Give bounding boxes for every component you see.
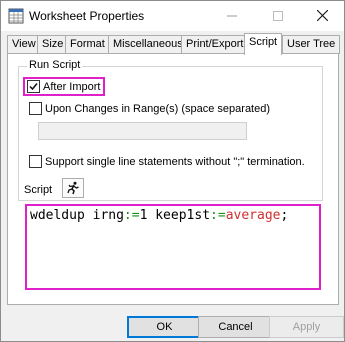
script-editor[interactable]: wdeldup irng:=1 keep1st:=average; <box>25 204 321 290</box>
tab-script[interactable]: Script <box>244 33 283 55</box>
tab-user-tree[interactable]: User Tree <box>282 35 341 54</box>
tab-miscellaneous[interactable]: Miscellaneous <box>108 35 188 54</box>
script-code-part: 1 keep1st <box>139 208 211 223</box>
dialog-title: Worksheet Properties <box>29 9 145 23</box>
minimize-button[interactable] <box>209 1 255 30</box>
apply-button[interactable]: Apply <box>269 316 344 338</box>
maximize-button[interactable] <box>255 1 301 30</box>
upon-changes-label: Upon Changes in Range(s) (space separate… <box>45 102 271 115</box>
run-script-legend: Run Script <box>27 59 83 71</box>
minimize-icon <box>227 15 237 16</box>
tab-strip: View Size Format Miscellaneous Print/Exp… <box>7 33 341 55</box>
upon-changes-option[interactable]: Upon Changes in Range(s) (space separate… <box>29 102 270 115</box>
range-input[interactable] <box>38 122 247 140</box>
upon-changes-checkbox[interactable] <box>29 102 42 115</box>
cancel-button[interactable]: Cancel <box>198 316 273 338</box>
maximize-icon <box>273 10 283 21</box>
script-code-operator: := <box>210 208 226 223</box>
support-single-line-checkbox[interactable] <box>29 155 42 168</box>
script-code-part: ; <box>280 208 289 223</box>
script-run-button[interactable] <box>62 178 84 198</box>
close-button[interactable] <box>299 1 345 30</box>
tab-format[interactable]: Format <box>65 35 110 54</box>
ok-button[interactable]: OK <box>127 316 202 338</box>
tab-view[interactable]: View <box>7 35 41 54</box>
tab-print-export[interactable]: Print/Export <box>181 35 249 54</box>
after-import-label: After Import <box>43 80 101 93</box>
checkmark-icon <box>29 83 38 91</box>
script-tab-panel: Run Script After Import Upon Changes in … <box>7 53 339 305</box>
support-single-line-label: Support single line statements without "… <box>45 155 305 168</box>
after-import-checkbox[interactable] <box>27 80 40 93</box>
running-man-icon <box>67 181 79 195</box>
title-bar: Worksheet Properties <box>1 1 344 31</box>
close-icon <box>316 10 328 21</box>
support-single-line-option[interactable]: Support single line statements without "… <box>29 155 305 168</box>
tab-size[interactable]: Size <box>37 35 69 54</box>
worksheet-app-icon <box>8 8 24 24</box>
script-code-part: wdeldup irng <box>30 208 124 223</box>
after-import-option[interactable]: After Import <box>23 77 106 96</box>
script-label: Script <box>24 184 53 196</box>
worksheet-properties-dialog: Worksheet Properties View Size Format Mi… <box>0 0 345 342</box>
script-code-value: average <box>225 208 281 223</box>
script-code-operator: := <box>123 208 140 223</box>
